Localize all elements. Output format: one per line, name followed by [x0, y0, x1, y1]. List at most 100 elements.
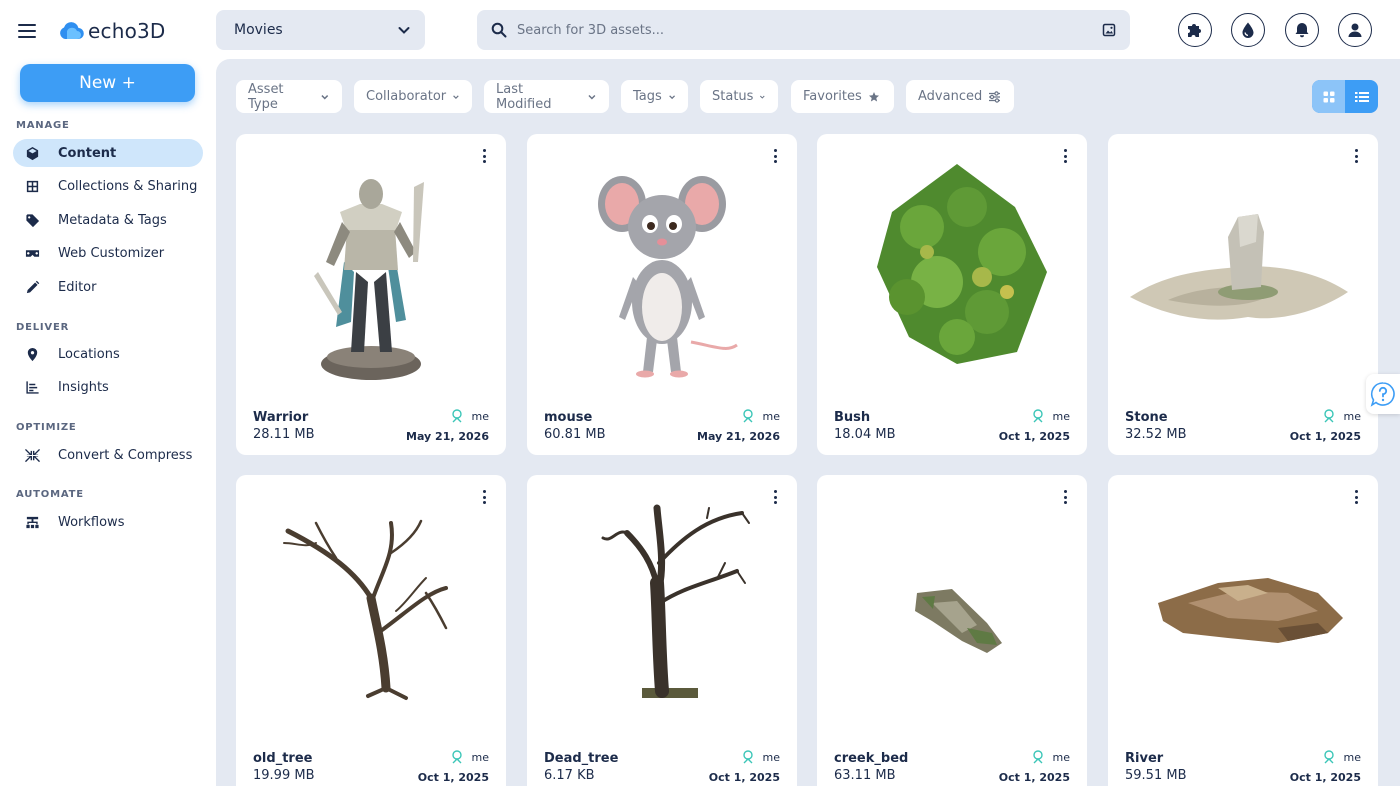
- filter-label: Asset Type: [248, 81, 284, 112]
- sidebar: echo3D New + MANAGE Content Collections …: [0, 0, 216, 786]
- compress-icon: [24, 447, 40, 463]
- search-input[interactable]: [517, 22, 1102, 38]
- section-manage: MANAGE: [16, 120, 70, 131]
- filter-asset-type[interactable]: Asset Type: [236, 80, 342, 113]
- brand: echo3D: [18, 18, 166, 44]
- asset-owner: me: [451, 750, 489, 764]
- sidebar-item-convert[interactable]: Convert & Compress: [13, 441, 203, 469]
- filter-collaborator[interactable]: Collaborator: [354, 80, 472, 113]
- menu-icon[interactable]: [18, 24, 36, 38]
- asset-owner-label: me: [762, 409, 780, 423]
- asset-name: mouse: [544, 410, 593, 425]
- sidebar-item-collections[interactable]: Collections & Sharing: [13, 172, 203, 200]
- filter-label: Collaborator: [366, 89, 447, 104]
- grid-view-button[interactable]: [1312, 80, 1345, 113]
- asset-name: Bush: [834, 410, 871, 425]
- tag-icon: [24, 212, 40, 228]
- dead-tree-thumbnail: [601, 504, 750, 698]
- water-drop-icon: [1242, 22, 1254, 38]
- puzzle-icon: [1188, 24, 1201, 37]
- chevron-down-icon: [453, 94, 459, 99]
- asset-date: Oct 1, 2025: [417, 771, 489, 784]
- list-view-button[interactable]: [1345, 80, 1378, 113]
- project-dropdown[interactable]: Movies: [216, 10, 425, 50]
- user-outline-icon: [1323, 750, 1334, 764]
- filter-status[interactable]: Status: [700, 80, 778, 113]
- sliders-icon: [989, 90, 1001, 103]
- sidebar-item-content[interactable]: Content: [13, 139, 203, 167]
- asset-name: Stone: [1125, 410, 1168, 425]
- sidebar-item-locations[interactable]: Locations: [13, 340, 203, 368]
- asset-date: Oct 1, 2025: [708, 771, 780, 784]
- stone-thumbnail: [1130, 214, 1348, 320]
- sidebar-item-label: Content: [58, 145, 117, 161]
- sidebar-item-label: Collections & Sharing: [58, 178, 198, 194]
- sidebar-item-web-customizer[interactable]: Web Customizer: [13, 239, 203, 267]
- asset-date: Oct 1, 2025: [1289, 430, 1361, 443]
- search-icon: [491, 22, 507, 38]
- search-bar: [477, 10, 1130, 50]
- asset-name: creek_bed: [834, 751, 909, 766]
- chevron-down-icon: [588, 94, 596, 100]
- asset-date: Oct 1, 2025: [998, 771, 1070, 784]
- river-thumbnail: [1158, 578, 1343, 643]
- asset-card[interactable]: Bush 18.04 MB me Oct 1, 2025: [817, 134, 1087, 455]
- notifications-button[interactable]: [1285, 13, 1319, 47]
- sidebar-item-label: Editor: [58, 279, 97, 295]
- sidebar-item-label: Convert & Compress: [58, 447, 193, 463]
- help-button[interactable]: [1366, 374, 1400, 414]
- asset-owner: me: [742, 750, 780, 764]
- asset-size: 28.11 MB: [253, 427, 315, 442]
- filter-favorites[interactable]: Favorites: [791, 80, 894, 113]
- asset-name: Warrior: [253, 410, 309, 425]
- asset-owner-label: me: [1052, 750, 1070, 764]
- app-name: echo3D: [88, 19, 166, 43]
- asset-card[interactable]: Warrior 28.11 MB me May 21, 2026: [236, 134, 506, 455]
- asset-size: 32.52 MB: [1125, 427, 1187, 442]
- asset-size: 6.17 KB: [544, 768, 595, 783]
- filter-label: Favorites: [803, 89, 862, 104]
- chevron-down-icon: [760, 95, 766, 99]
- help-icon: [1370, 382, 1395, 407]
- user-outline-icon: [1032, 750, 1043, 764]
- asset-size: 60.81 MB: [544, 427, 606, 442]
- profile-button[interactable]: [1338, 13, 1372, 47]
- asset-card[interactable]: old_tree 19.99 MB me Oct 1, 2025: [236, 475, 506, 786]
- chevron-down-icon: [321, 94, 329, 99]
- user-outline-icon: [451, 750, 462, 764]
- asset-card[interactable]: Stone 32.52 MB me Oct 1, 2025: [1108, 134, 1378, 455]
- asset-owner-label: me: [471, 409, 489, 423]
- filter-advanced[interactable]: Advanced: [906, 80, 1014, 113]
- image-search-icon[interactable]: [1102, 23, 1116, 37]
- creek-bed-thumbnail: [915, 589, 1002, 653]
- new-button[interactable]: New +: [20, 64, 195, 102]
- pencil-icon: [24, 279, 40, 295]
- filter-label: Last Modified: [496, 81, 552, 112]
- user-outline-icon: [451, 409, 462, 423]
- theme-button[interactable]: [1231, 13, 1265, 47]
- logo[interactable]: echo3D: [58, 19, 166, 43]
- asset-size: 59.51 MB: [1125, 768, 1187, 783]
- sidebar-item-editor[interactable]: Editor: [13, 273, 203, 301]
- plugins-button[interactable]: [1178, 13, 1212, 47]
- user-outline-icon: [1323, 409, 1334, 423]
- asset-size: 63.11 MB: [834, 768, 896, 783]
- grid-view-icon: [1323, 91, 1334, 102]
- sidebar-item-metadata[interactable]: Metadata & Tags: [13, 206, 203, 234]
- asset-name: River: [1125, 751, 1164, 766]
- asset-card[interactable]: mouse 60.81 MB me May 21, 2026: [527, 134, 797, 455]
- vr-headset-icon: [24, 245, 40, 261]
- asset-card[interactable]: River 59.51 MB me Oct 1, 2025: [1108, 475, 1378, 786]
- mouse-thumbnail: [598, 176, 738, 378]
- section-optimize: OPTIMIZE: [16, 422, 77, 433]
- grid-icon: [24, 178, 40, 194]
- sidebar-item-workflows[interactable]: Workflows: [13, 508, 203, 536]
- filter-last-modified[interactable]: Last Modified: [484, 80, 609, 113]
- asset-card[interactable]: creek_bed 63.11 MB me Oct 1, 2025: [817, 475, 1087, 786]
- asset-name: Dead_tree: [544, 751, 619, 766]
- star-icon: [868, 91, 879, 101]
- sidebar-item-insights[interactable]: Insights: [13, 373, 203, 401]
- asset-owner: me: [1032, 750, 1070, 764]
- asset-card[interactable]: Dead_tree 6.17 KB me Oct 1, 2025: [527, 475, 797, 786]
- filter-tags[interactable]: Tags: [621, 80, 688, 113]
